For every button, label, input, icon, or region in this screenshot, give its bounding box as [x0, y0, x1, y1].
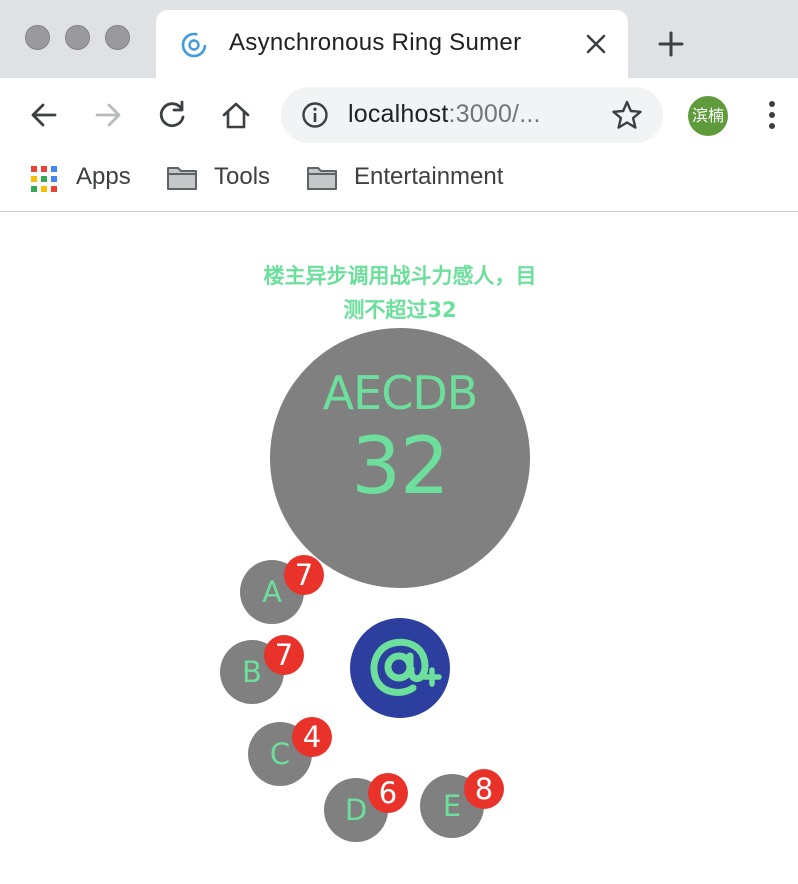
bookmark-label: Entertainment: [354, 163, 504, 190]
tab-title: Asynchronous Ring Sumer: [229, 29, 522, 56]
home-icon[interactable]: [219, 98, 253, 132]
tab-strip: Asynchronous Ring Sumer: [0, 0, 798, 78]
ring-button-a[interactable]: A 7: [240, 555, 324, 624]
result-circle: AECDB 32: [270, 328, 530, 588]
value-badge: 7: [284, 555, 324, 595]
bookmark-entertainment[interactable]: Entertainment: [306, 162, 526, 196]
ring-button-d[interactable]: D 6: [324, 773, 408, 842]
ring-button-b[interactable]: B 7: [220, 635, 304, 704]
url-host: localhost: [348, 100, 449, 128]
close-tab-icon[interactable]: [584, 32, 608, 56]
window-minimize-dot[interactable]: [65, 25, 90, 50]
url-path: :3000/...: [448, 100, 541, 128]
bookmark-apps[interactable]: Apps: [30, 162, 140, 196]
value-badge: 6: [368, 773, 408, 813]
status-message: 楼主异步调用战斗力感人，目测不超过32: [263, 264, 537, 322]
browser-toolbar: localhost:3000/...: [0, 78, 798, 152]
value-badge: 7: [264, 635, 304, 675]
result-sum: 32: [351, 422, 449, 512]
window-close-dot[interactable]: [25, 25, 50, 50]
browser-tab[interactable]: Asynchronous Ring Sumer: [156, 10, 628, 78]
bookmark-label: Tools: [214, 163, 271, 190]
react-logo-icon: [181, 32, 207, 58]
result-order: AECDB: [322, 366, 479, 420]
value-badge: 8: [464, 769, 504, 809]
bookmarks-bar: Apps Tools Entertainment: [0, 152, 798, 212]
ring-button-e[interactable]: E 8: [420, 769, 504, 838]
bookmark-tools[interactable]: Tools: [166, 162, 281, 196]
address-bar[interactable]: localhost:3000/...: [281, 87, 663, 143]
profile-avatar[interactable]: 滨楠: [688, 96, 728, 136]
folder-icon: [167, 167, 197, 190]
reload-icon[interactable]: [155, 98, 189, 132]
back-arrow-icon[interactable]: [27, 98, 61, 132]
apps-grid-icon: [31, 166, 57, 192]
new-tab-icon[interactable]: [657, 30, 685, 58]
more-menu-icon[interactable]: [762, 98, 782, 132]
forward-arrow-icon[interactable]: [91, 98, 125, 132]
page-content: 楼主异步调用战斗力感人，目测不超过32 AECDB 32 A 7 B 7 C 4: [0, 213, 798, 884]
value-badge: 4: [292, 717, 332, 757]
window-zoom-dot[interactable]: [105, 25, 130, 50]
browser-window: Asynchronous Ring Sumer localhost:3000/.…: [0, 0, 798, 884]
bookmark-star-icon[interactable]: [611, 99, 643, 131]
site-info-icon[interactable]: [301, 101, 329, 129]
url-text[interactable]: localhost:3000/...: [348, 100, 541, 129]
bookmark-label: Apps: [76, 163, 131, 190]
sum-button[interactable]: [350, 618, 450, 718]
at-plus-icon: [370, 638, 442, 696]
ring-button-c[interactable]: C 4: [248, 717, 332, 786]
folder-icon: [307, 167, 337, 190]
